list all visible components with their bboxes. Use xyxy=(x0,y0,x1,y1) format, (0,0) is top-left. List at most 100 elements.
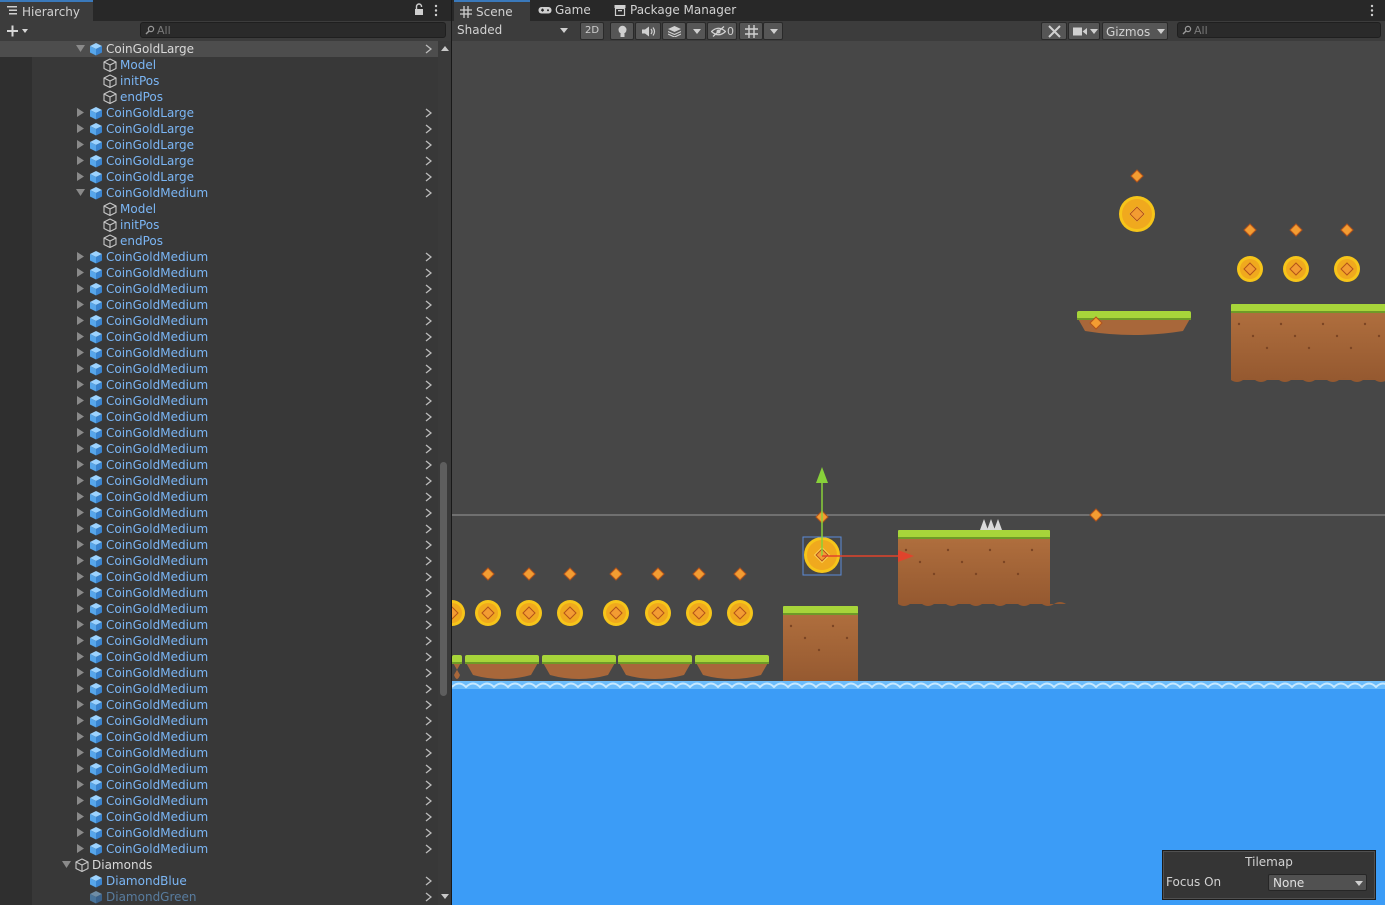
hierarchy-row[interactable]: CoinGoldLarge xyxy=(0,121,438,137)
hierarchy-row[interactable]: CoinGoldMedium xyxy=(0,393,438,409)
open-prefab-arrow-icon[interactable] xyxy=(425,332,432,342)
open-prefab-arrow-icon[interactable] xyxy=(425,300,432,310)
open-prefab-arrow-icon[interactable] xyxy=(425,44,432,54)
audio-toggle-button[interactable] xyxy=(635,22,661,40)
hierarchy-row[interactable]: CoinGoldMedium xyxy=(0,569,438,585)
hierarchy-row[interactable]: CoinGoldMedium xyxy=(0,585,438,601)
open-prefab-arrow-icon[interactable] xyxy=(425,156,432,166)
open-prefab-arrow-icon[interactable] xyxy=(425,700,432,710)
add-dropdown-icon[interactable] xyxy=(6,23,32,39)
open-prefab-arrow-icon[interactable] xyxy=(425,556,432,566)
tab-hierarchy[interactable]: Hierarchy xyxy=(0,0,93,21)
hierarchy-row[interactable]: CoinGoldMedium xyxy=(0,345,438,361)
open-prefab-arrow-icon[interactable] xyxy=(425,108,432,118)
open-prefab-arrow-icon[interactable] xyxy=(425,604,432,614)
fold-open-icon[interactable] xyxy=(76,44,85,53)
fold-closed-icon[interactable] xyxy=(76,380,85,389)
open-prefab-arrow-icon[interactable] xyxy=(425,348,432,358)
open-prefab-arrow-icon[interactable] xyxy=(425,172,432,182)
open-prefab-arrow-icon[interactable] xyxy=(425,780,432,790)
open-prefab-arrow-icon[interactable] xyxy=(425,732,432,742)
hierarchy-row[interactable]: CoinGoldMedium xyxy=(0,697,438,713)
fold-closed-icon[interactable] xyxy=(76,140,85,149)
tools-button[interactable] xyxy=(1041,22,1067,40)
open-prefab-arrow-icon[interactable] xyxy=(425,492,432,502)
hierarchy-row[interactable]: endPos xyxy=(0,233,438,249)
fold-closed-icon[interactable] xyxy=(76,508,85,517)
fold-closed-icon[interactable] xyxy=(76,604,85,613)
hierarchy-row[interactable]: CoinGoldMedium xyxy=(0,777,438,793)
hierarchy-row[interactable]: CoinGoldMedium xyxy=(0,713,438,729)
hierarchy-row[interactable]: CoinGoldMedium xyxy=(0,521,438,537)
fold-closed-icon[interactable] xyxy=(76,556,85,565)
hierarchy-row[interactable]: CoinGoldMedium xyxy=(0,841,438,857)
fold-closed-icon[interactable] xyxy=(76,332,85,341)
kebab-menu-icon[interactable] xyxy=(432,4,440,17)
fold-closed-icon[interactable] xyxy=(76,268,85,277)
fold-closed-icon[interactable] xyxy=(76,684,85,693)
open-prefab-arrow-icon[interactable] xyxy=(425,796,432,806)
hierarchy-row[interactable]: CoinGoldLarge xyxy=(0,153,438,169)
open-prefab-arrow-icon[interactable] xyxy=(425,460,432,470)
hierarchy-row[interactable]: CoinGoldLarge xyxy=(0,137,438,153)
open-prefab-arrow-icon[interactable] xyxy=(425,188,432,198)
open-prefab-arrow-icon[interactable] xyxy=(425,524,432,534)
fold-closed-icon[interactable] xyxy=(76,540,85,549)
scene-search-field[interactable] xyxy=(1177,22,1381,38)
grid-dropdown-button[interactable] xyxy=(763,22,783,40)
hierarchy-search-field[interactable] xyxy=(140,22,446,38)
effects-dropdown-button[interactable] xyxy=(686,22,706,40)
hierarchy-row[interactable]: CoinGoldMedium xyxy=(0,505,438,521)
kebab-menu-icon[interactable] xyxy=(1368,4,1376,17)
hierarchy-row[interactable]: Model xyxy=(0,57,438,73)
hierarchy-row[interactable]: CoinGoldMedium xyxy=(0,377,438,393)
fold-closed-icon[interactable] xyxy=(76,460,85,469)
fold-closed-icon[interactable] xyxy=(76,716,85,725)
hierarchy-row[interactable]: DiamondGreen xyxy=(0,889,438,905)
open-prefab-arrow-icon[interactable] xyxy=(425,620,432,630)
scroll-down-icon[interactable] xyxy=(441,894,449,900)
fold-closed-icon[interactable] xyxy=(76,636,85,645)
open-prefab-arrow-icon[interactable] xyxy=(425,684,432,694)
open-prefab-arrow-icon[interactable] xyxy=(425,124,432,134)
hierarchy-row[interactable]: CoinGoldMedium xyxy=(0,281,438,297)
tab-scene[interactable]: Scene xyxy=(454,0,530,21)
fold-closed-icon[interactable] xyxy=(76,572,85,581)
open-prefab-arrow-icon[interactable] xyxy=(425,252,432,262)
hierarchy-row[interactable]: CoinGoldMedium xyxy=(0,601,438,617)
hierarchy-row[interactable]: CoinGoldMedium xyxy=(0,825,438,841)
hierarchy-row[interactable]: CoinGoldLarge xyxy=(0,41,438,57)
fold-closed-icon[interactable] xyxy=(76,748,85,757)
gizmos-button[interactable]: Gizmos xyxy=(1102,22,1168,40)
fold-closed-icon[interactable] xyxy=(76,124,85,133)
open-prefab-arrow-icon[interactable] xyxy=(425,428,432,438)
tab-game[interactable]: Game xyxy=(532,0,608,21)
hierarchy-row[interactable]: CoinGoldMedium xyxy=(0,185,438,201)
open-prefab-arrow-icon[interactable] xyxy=(425,812,432,822)
hierarchy-row[interactable]: CoinGoldMedium xyxy=(0,761,438,777)
open-prefab-arrow-icon[interactable] xyxy=(425,748,432,758)
hierarchy-row[interactable]: CoinGoldMedium xyxy=(0,665,438,681)
open-prefab-arrow-icon[interactable] xyxy=(425,316,432,326)
fold-closed-icon[interactable] xyxy=(76,796,85,805)
fold-closed-icon[interactable] xyxy=(76,284,85,293)
fold-closed-icon[interactable] xyxy=(76,492,85,501)
y-axis-arrow-icon[interactable] xyxy=(816,467,828,483)
open-prefab-arrow-icon[interactable] xyxy=(425,380,432,390)
hierarchy-row[interactable]: Diamonds xyxy=(0,857,438,873)
fold-closed-icon[interactable] xyxy=(76,396,85,405)
fold-closed-icon[interactable] xyxy=(76,316,85,325)
hierarchy-row[interactable]: CoinGoldMedium xyxy=(0,681,438,697)
scene-visibility-button[interactable]: 0 xyxy=(707,22,737,40)
hierarchy-row[interactable]: CoinGoldMedium xyxy=(0,409,438,425)
lock-icon[interactable] xyxy=(414,3,424,16)
fold-closed-icon[interactable] xyxy=(76,700,85,709)
open-prefab-arrow-icon[interactable] xyxy=(425,412,432,422)
scrollbar-thumb[interactable] xyxy=(440,462,447,696)
fold-closed-icon[interactable] xyxy=(76,812,85,821)
hierarchy-row[interactable]: CoinGoldMedium xyxy=(0,809,438,825)
hierarchy-row[interactable]: CoinGoldMedium xyxy=(0,553,438,569)
hierarchy-row[interactable]: CoinGoldLarge xyxy=(0,169,438,185)
fold-open-icon[interactable] xyxy=(76,188,85,197)
hierarchy-row[interactable]: CoinGoldMedium xyxy=(0,313,438,329)
